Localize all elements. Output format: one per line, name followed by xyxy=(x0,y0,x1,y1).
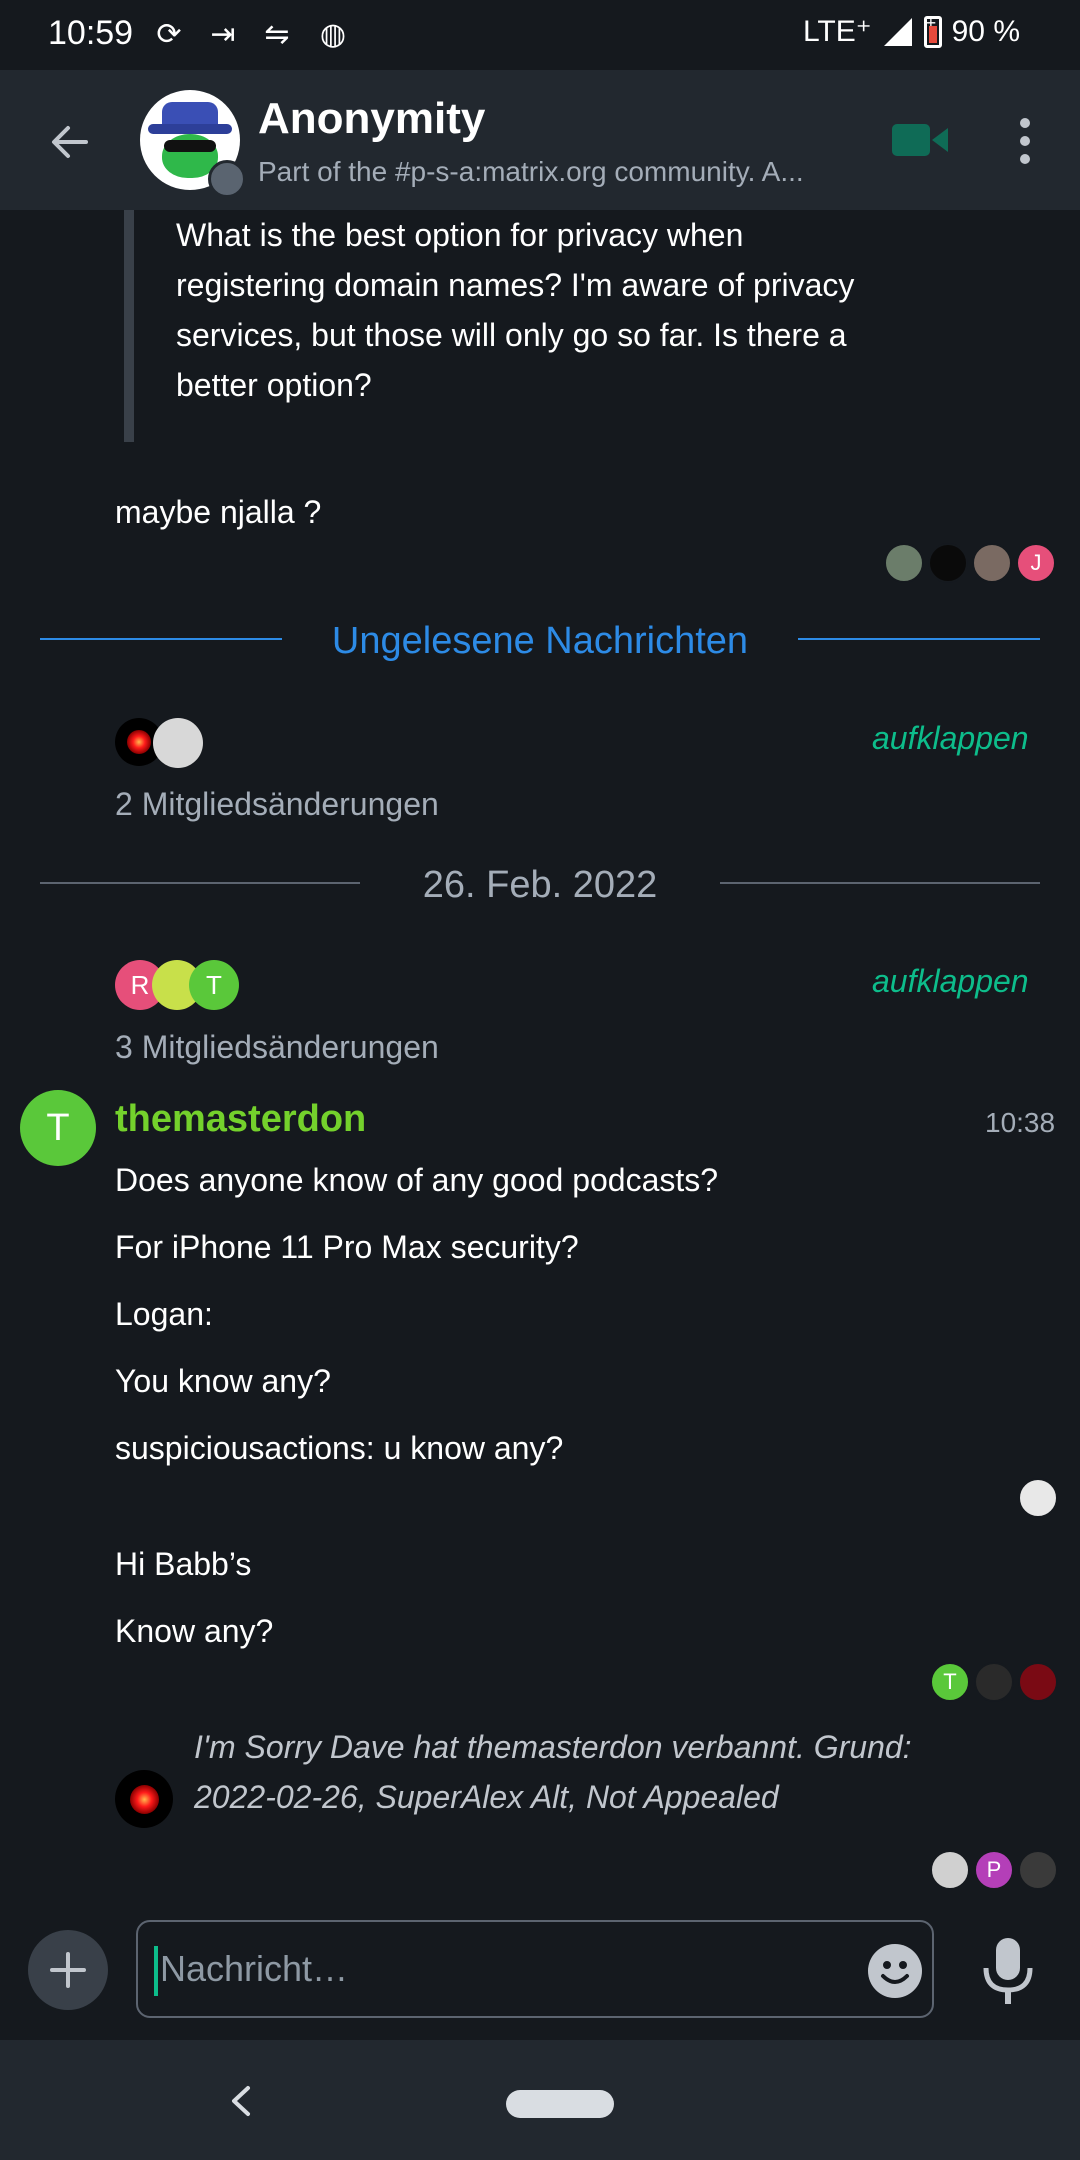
status-time: 10:59 xyxy=(48,14,134,52)
battery-percent: 90 % xyxy=(951,14,1020,48)
unread-divider-line xyxy=(40,638,282,640)
expand-membership-link[interactable]: aufklappen xyxy=(872,720,1029,757)
date-divider-line xyxy=(720,882,1040,884)
receipt-avatar[interactable] xyxy=(972,543,1012,583)
quoted-line: services, but those will only go so far.… xyxy=(176,317,847,353)
nav-back-icon[interactable] xyxy=(226,2084,256,2118)
text-caret xyxy=(154,1946,158,1996)
public-room-icon xyxy=(208,160,246,198)
date-divider-line xyxy=(40,882,360,884)
quoted-message[interactable]: What is the best option for privacy when… xyxy=(176,210,1046,410)
sender-name[interactable]: themasterdon xyxy=(115,1098,366,1141)
message-text[interactable]: You know any? xyxy=(115,1356,331,1406)
unread-divider-line xyxy=(798,638,1040,640)
member-avatar[interactable]: T xyxy=(189,960,239,1010)
quoted-line: better option? xyxy=(176,367,372,403)
add-attachment-button[interactable] xyxy=(28,1930,108,2010)
video-call-icon[interactable] xyxy=(890,120,950,160)
plus-icon xyxy=(50,1952,86,1988)
more-options-icon[interactable] xyxy=(1010,114,1040,168)
message-text[interactable]: suspiciousactions: u know any? xyxy=(115,1423,563,1473)
receipt-avatar[interactable] xyxy=(1018,1662,1058,1702)
date-divider-label: 26. Feb. 2022 xyxy=(422,864,658,906)
receipt-avatar[interactable]: J xyxy=(1016,543,1056,583)
event-avatar[interactable] xyxy=(115,1770,173,1828)
quote-bar xyxy=(124,210,134,442)
status-right: LTE⁺ 90 % xyxy=(802,13,1020,49)
transfer-icon: ⇋ xyxy=(264,18,290,51)
receipt-avatar[interactable] xyxy=(1018,1850,1058,1890)
receipt-avatar[interactable]: T xyxy=(930,1662,970,1702)
signal-icon xyxy=(883,17,912,46)
receipt-avatar[interactable] xyxy=(974,1662,1014,1702)
receipt-avatar[interactable]: P xyxy=(974,1850,1014,1890)
sync-icon: ⟳ xyxy=(156,18,182,51)
nav-home-pill[interactable] xyxy=(506,2090,614,2118)
receipt-avatar[interactable] xyxy=(884,543,924,583)
membership-summary: 3 Mitgliedsänderungen xyxy=(115,1029,439,1065)
quoted-line: What is the best option for privacy when xyxy=(176,217,744,253)
receipt-avatar[interactable] xyxy=(928,543,968,583)
ban-event-line: I'm Sorry Dave hat themasterdon verbannt… xyxy=(194,1729,912,1765)
expand-membership-link[interactable]: aufklappen xyxy=(872,963,1029,1000)
room-header: Anonymity Part of the #p-s-a:matrix.org … xyxy=(0,70,1080,210)
globe-icon: ◍ xyxy=(319,18,347,51)
message-text[interactable]: For iPhone 11 Pro Max security? xyxy=(115,1222,579,1272)
receipt-avatar[interactable] xyxy=(1018,1478,1058,1518)
room-title[interactable]: Anonymity xyxy=(258,94,485,144)
message-input[interactable]: Nachricht… xyxy=(136,1920,934,2018)
sender-avatar[interactable]: T xyxy=(20,1090,96,1166)
message-placeholder: Nachricht… xyxy=(160,1948,349,1989)
message-text[interactable]: Logan: xyxy=(115,1289,213,1339)
emoji-icon[interactable] xyxy=(868,1944,922,1998)
microphone-icon[interactable] xyxy=(978,1936,1038,2006)
receipt-avatar[interactable] xyxy=(930,1850,970,1890)
back-arrow-icon[interactable] xyxy=(46,118,94,166)
network-label: LTE⁺ xyxy=(802,15,872,48)
reply-message[interactable]: maybe njalla ? xyxy=(115,487,321,537)
composer: Nachricht… xyxy=(0,1900,1080,2040)
message-text[interactable]: Know any? xyxy=(115,1606,273,1656)
member-avatar[interactable] xyxy=(153,718,203,768)
message-timestamp: 10:38 xyxy=(985,1107,1056,1138)
quoted-line: registering domain names? I'm aware of p… xyxy=(176,267,855,303)
status-bar: 10:59 ⟳ ⇥ ⇋ ◍ LTE⁺ 90 % xyxy=(0,0,1080,70)
battery-icon xyxy=(923,13,942,48)
ban-event[interactable]: I'm Sorry Dave hat themasterdon verbannt… xyxy=(194,1722,1054,1822)
membership-summary: 2 Mitgliedsänderungen xyxy=(115,786,439,822)
message-text[interactable]: Does anyone know of any good podcasts? xyxy=(115,1155,718,1205)
message-text[interactable]: Hi Babb’s xyxy=(115,1539,251,1589)
ban-event-line: 2022-02-26, SuperAlex Alt, Not Appealed xyxy=(194,1779,779,1815)
room-topic[interactable]: Part of the #p-s-a:matrix.org community.… xyxy=(258,156,848,188)
system-nav-bar xyxy=(0,2040,1080,2160)
unread-divider-label: Ungelesene Nachrichten xyxy=(331,620,749,662)
exit-icon: ⇥ xyxy=(210,18,236,51)
